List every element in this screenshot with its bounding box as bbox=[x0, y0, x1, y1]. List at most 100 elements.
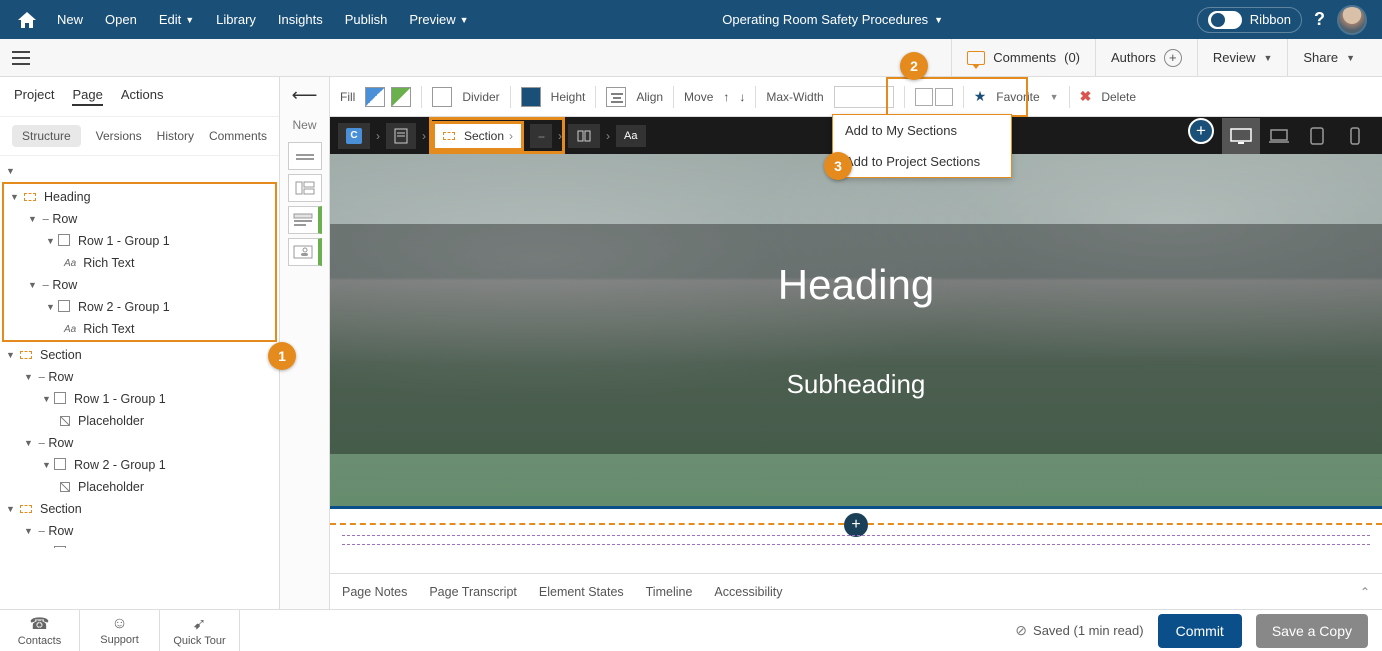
delete-x-icon[interactable]: ✖ bbox=[1080, 88, 1092, 105]
commit-button[interactable]: Commit bbox=[1158, 614, 1242, 648]
tab-page[interactable]: Page bbox=[72, 87, 102, 106]
comments-button[interactable]: Comments (0) bbox=[951, 39, 1095, 77]
ribbon-toggle[interactable]: Ribbon bbox=[1197, 7, 1302, 33]
maxwidth-input[interactable] bbox=[834, 86, 894, 108]
bc-course[interactable]: C bbox=[338, 123, 370, 149]
tool-item-1[interactable] bbox=[288, 142, 322, 170]
delete-label[interactable]: Delete bbox=[1101, 90, 1136, 104]
copy-icon[interactable] bbox=[915, 88, 933, 106]
hamburger-icon[interactable] bbox=[12, 51, 30, 65]
paste-icon[interactable] bbox=[935, 88, 953, 106]
divider-sq-icon[interactable] bbox=[432, 87, 452, 107]
favorite-label[interactable]: Favorite bbox=[996, 90, 1039, 104]
chevron-up-icon[interactable]: ⌃ bbox=[1360, 585, 1370, 599]
tab-actions[interactable]: Actions bbox=[121, 87, 164, 106]
add-section-button[interactable]: + bbox=[844, 513, 868, 537]
menu-preview[interactable]: Preview▼ bbox=[409, 12, 468, 27]
tree-item[interactable]: ▼-- Row bbox=[0, 520, 279, 542]
home-button[interactable] bbox=[15, 8, 39, 32]
empty-section-placeholder[interactable] bbox=[342, 535, 1370, 545]
review-button[interactable]: Review ▼ bbox=[1197, 39, 1288, 77]
tree-toggle[interactable]: ▼ bbox=[0, 162, 279, 180]
footer-contacts[interactable]: ☎ Contacts bbox=[0, 610, 80, 651]
tree-item[interactable]: ▼Row 2 - Group 1 bbox=[0, 454, 279, 476]
authors-button[interactable]: Authors + bbox=[1095, 39, 1197, 77]
bc-group[interactable] bbox=[568, 124, 600, 148]
row-icon: -- bbox=[538, 129, 544, 143]
tree-item[interactable]: ▼Heading bbox=[4, 186, 275, 208]
menu-edit[interactable]: Edit▼ bbox=[159, 12, 194, 27]
align-sq-icon[interactable] bbox=[606, 87, 626, 107]
tree-item[interactable]: ▼-- Row bbox=[0, 366, 279, 388]
hero-heading[interactable]: Heading bbox=[778, 261, 934, 309]
menu-library[interactable]: Library bbox=[216, 12, 256, 27]
menu-new[interactable]: New bbox=[57, 12, 83, 27]
footer-quicktour[interactable]: ➹ Quick Tour bbox=[160, 610, 240, 651]
contacts-icon: ☎ bbox=[30, 614, 50, 634]
subtab-structure[interactable]: Structure bbox=[12, 125, 81, 147]
fill-controls[interactable] bbox=[365, 87, 411, 107]
tree-item[interactable]: Placeholder bbox=[0, 476, 279, 498]
caret-down-icon[interactable]: ▼ bbox=[1050, 92, 1059, 102]
tab-project[interactable]: Project bbox=[14, 87, 54, 106]
footer-support[interactable]: ☺ Support bbox=[80, 610, 160, 651]
tool-item-2[interactable] bbox=[288, 174, 322, 202]
fill-gradient2-icon[interactable] bbox=[391, 87, 411, 107]
back-arrow-icon[interactable]: ⟵ bbox=[280, 85, 329, 106]
tab-page-transcript[interactable]: Page Transcript bbox=[429, 585, 517, 599]
subtab-comments[interactable]: Comments bbox=[209, 129, 267, 143]
fav-option-project-sections[interactable]: Add to Project Sections bbox=[833, 146, 1011, 177]
share-button[interactable]: Share ▼ bbox=[1287, 39, 1370, 77]
tab-accessibility[interactable]: Accessibility bbox=[714, 585, 782, 599]
move-up-icon[interactable]: ↑ bbox=[723, 90, 729, 104]
tree-item[interactable]: ▼-- Row bbox=[4, 274, 275, 296]
tree-item[interactable]: ▼-- Row bbox=[0, 432, 279, 454]
viewport-phone[interactable] bbox=[1336, 118, 1374, 154]
document-title[interactable]: Operating Room Safety Procedures ▼ bbox=[469, 12, 1197, 27]
star-icon[interactable]: ★ bbox=[974, 88, 987, 105]
placeholder-icon bbox=[60, 482, 70, 492]
height-sq-icon[interactable] bbox=[521, 87, 541, 107]
menu-publish[interactable]: Publish bbox=[345, 12, 388, 27]
tree-item[interactable]: ▼-- Row bbox=[4, 208, 275, 230]
viewport-desktop[interactable] bbox=[1222, 118, 1260, 154]
tree-item[interactable]: ▼Section bbox=[0, 498, 279, 520]
canvas-content[interactable]: Heading Subheading + bbox=[330, 154, 1382, 573]
bc-row[interactable]: -- bbox=[530, 124, 552, 148]
bc-page[interactable] bbox=[386, 123, 416, 149]
save-a-copy-button[interactable]: Save a Copy bbox=[1256, 614, 1368, 648]
tree-item[interactable]: ▼Row 2 - Group 1 bbox=[4, 296, 275, 318]
bc-text[interactable]: Aa bbox=[616, 125, 645, 147]
plus-circle-icon[interactable]: + bbox=[1164, 49, 1182, 67]
add-device-button[interactable]: + bbox=[1188, 118, 1214, 144]
tab-timeline[interactable]: Timeline bbox=[646, 585, 693, 599]
user-avatar[interactable] bbox=[1337, 5, 1367, 35]
subtab-versions[interactable]: Versions bbox=[96, 129, 142, 143]
subtab-history[interactable]: History bbox=[157, 129, 194, 143]
tree-item[interactable]: ▼Section bbox=[0, 344, 279, 366]
second-bar: Comments (0) Authors + Review ▼ Share ▼ bbox=[0, 39, 1382, 77]
tree-item[interactable]: AaRich Text bbox=[4, 318, 275, 340]
fill-gradient-icon[interactable] bbox=[365, 87, 385, 107]
hero-subheading[interactable]: Subheading bbox=[787, 369, 926, 400]
section-divider: + bbox=[330, 523, 1382, 525]
course-icon: C bbox=[346, 128, 362, 144]
tool-item-3[interactable] bbox=[288, 206, 322, 234]
menu-open[interactable]: Open bbox=[105, 12, 137, 27]
hero-section[interactable]: Heading Subheading bbox=[330, 154, 1382, 509]
tab-page-notes[interactable]: Page Notes bbox=[342, 585, 407, 599]
tool-item-4[interactable] bbox=[288, 238, 322, 266]
bc-section-selected[interactable]: Section › bbox=[432, 121, 524, 151]
tab-element-states[interactable]: Element States bbox=[539, 585, 624, 599]
tree-item[interactable]: ▼Row 1 - Group 1 bbox=[0, 542, 279, 548]
tree-item[interactable]: ▼Row 1 - Group 1 bbox=[4, 230, 275, 252]
tree-item[interactable]: AaRich Text bbox=[4, 252, 275, 274]
tree-item[interactable]: Placeholder bbox=[0, 410, 279, 432]
viewport-tablet[interactable] bbox=[1298, 118, 1336, 154]
viewport-laptop[interactable] bbox=[1260, 118, 1298, 154]
menu-insights[interactable]: Insights bbox=[278, 12, 323, 27]
tree-item[interactable]: ▼Row 1 - Group 1 bbox=[0, 388, 279, 410]
help-icon[interactable]: ? bbox=[1314, 9, 1325, 30]
move-down-icon[interactable]: ↓ bbox=[739, 90, 745, 104]
fav-option-my-sections[interactable]: Add to My Sections bbox=[833, 115, 1011, 146]
